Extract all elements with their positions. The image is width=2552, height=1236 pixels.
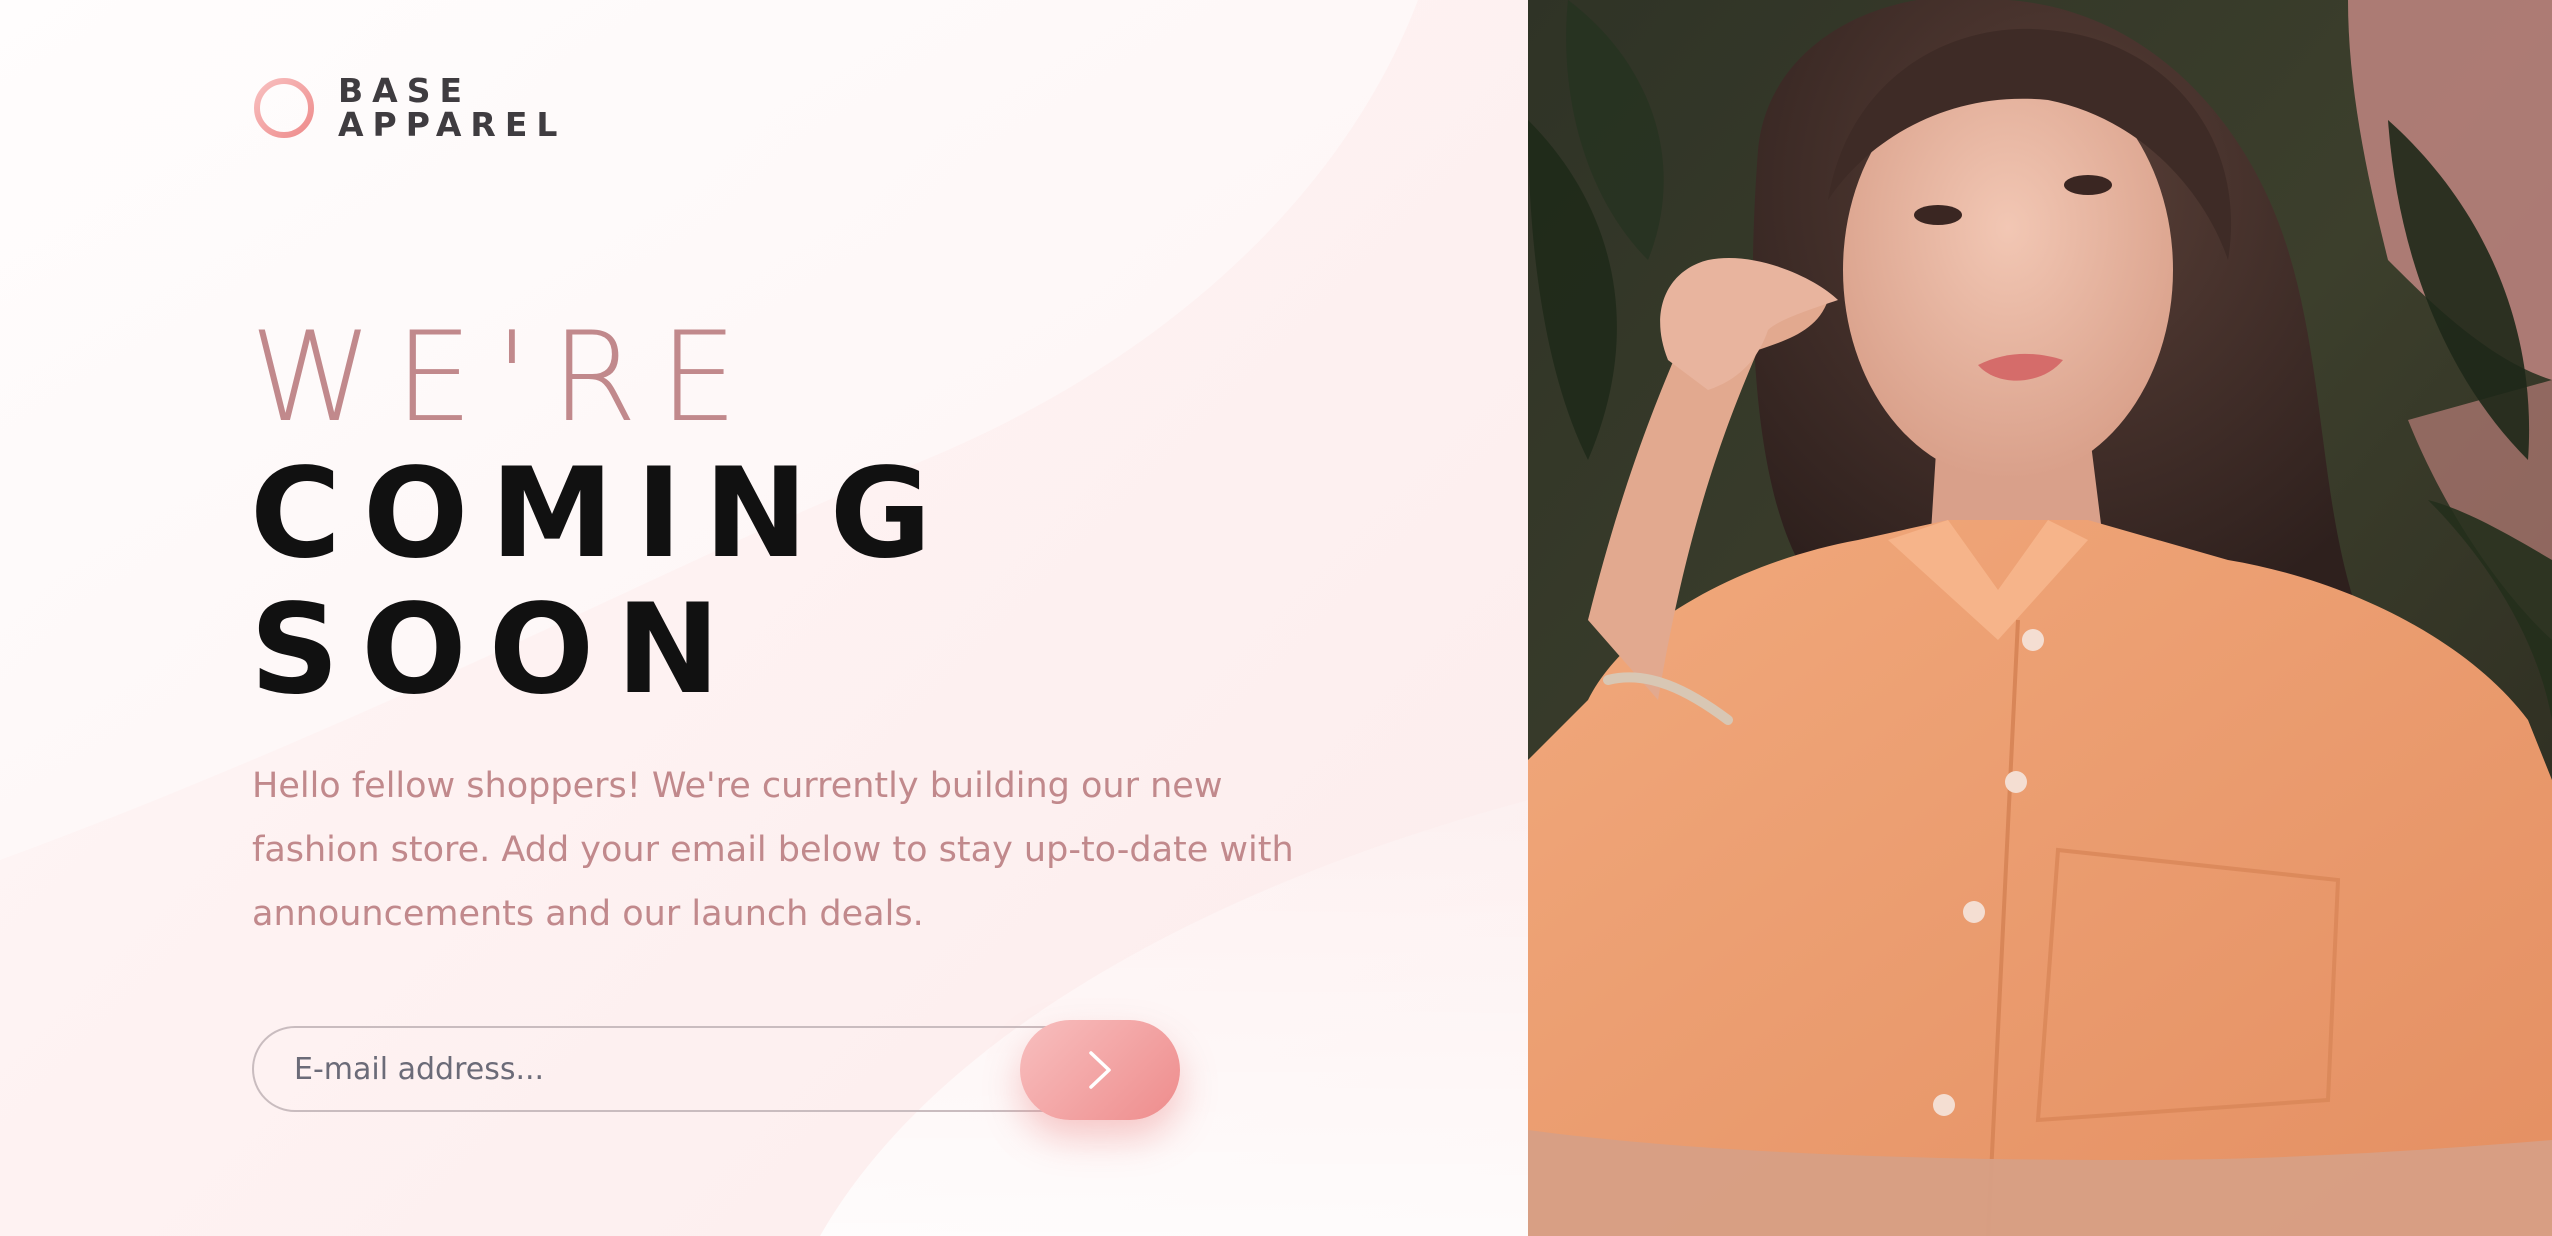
brand-name: BASE APPAREL xyxy=(338,74,566,142)
brand-line-1: BASE xyxy=(338,71,472,110)
submit-button[interactable] xyxy=(1020,1020,1180,1120)
left-panel: BASE APPAREL WE'RE COMING SOON Hello fel… xyxy=(0,0,1528,1236)
coming-soon-page: BASE APPAREL WE'RE COMING SOON Hello fel… xyxy=(0,0,2552,1236)
ring-icon xyxy=(254,78,314,138)
brand-line-2: APPAREL xyxy=(338,105,567,144)
headline-bold-line-1: COMING xyxy=(250,442,954,586)
subscribe-form xyxy=(252,1020,1180,1120)
email-input[interactable] xyxy=(252,1026,1132,1112)
hero-image xyxy=(1528,0,2552,1236)
photo-woman-orange-shirt xyxy=(1528,0,2552,1236)
brand-logo[interactable]: BASE APPAREL xyxy=(252,74,566,142)
intro-text: Hello fellow shoppers! We're currently b… xyxy=(252,766,1294,934)
headline-light: WE'RE xyxy=(250,306,760,450)
headline-bold-line-2: SOON xyxy=(250,578,742,722)
chevron-right-icon xyxy=(1089,1051,1111,1089)
page-title: WE'RE COMING SOON xyxy=(250,310,954,718)
